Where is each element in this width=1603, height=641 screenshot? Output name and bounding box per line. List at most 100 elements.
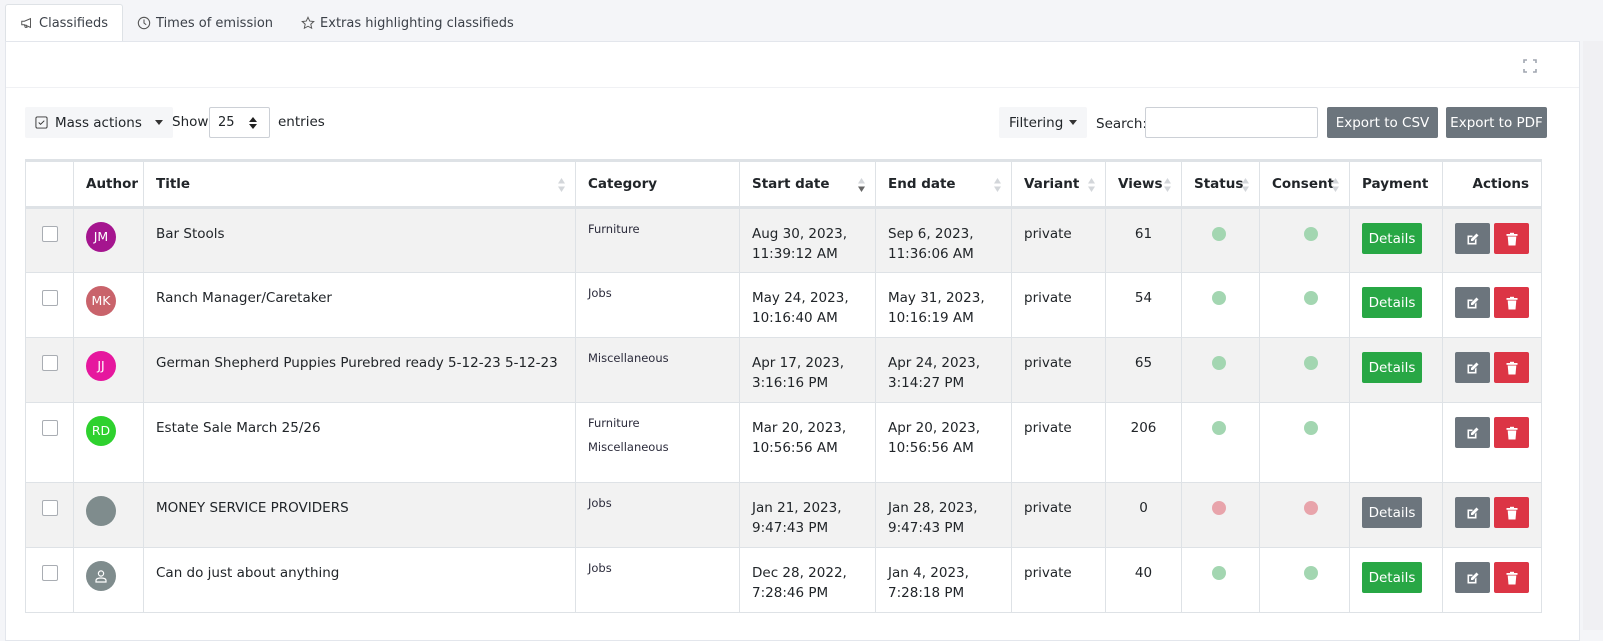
payment-cell xyxy=(1349,402,1443,483)
sort-icon xyxy=(1088,178,1095,192)
row-checkbox[interactable] xyxy=(42,226,58,242)
consent-cell xyxy=(1259,272,1350,338)
export-csv-button[interactable]: Export to CSV xyxy=(1327,107,1438,138)
author-cell: JM xyxy=(73,207,144,273)
row-actions xyxy=(1455,352,1529,383)
views-cell: 54 xyxy=(1105,272,1182,338)
consent-cell xyxy=(1259,547,1350,613)
author-cell: RD xyxy=(73,402,144,483)
avatar-initials: MK xyxy=(91,293,111,308)
edit-button[interactable] xyxy=(1455,497,1490,528)
delete-button[interactable] xyxy=(1494,417,1529,448)
megaphone-icon xyxy=(21,17,31,29)
delete-button[interactable] xyxy=(1494,287,1529,318)
tab-label: Extras highlighting classifieds xyxy=(320,15,514,31)
author-cell xyxy=(73,482,144,548)
search-input[interactable] xyxy=(1145,107,1318,138)
start-date-cell: Apr 17, 2023, 3:16:16 PM xyxy=(739,337,876,403)
tab-classifieds[interactable]: Classifieds xyxy=(5,4,124,42)
category-label: Miscellaneous xyxy=(588,440,669,454)
status-indicator xyxy=(1212,501,1226,515)
edit-button[interactable] xyxy=(1455,352,1490,383)
row-actions xyxy=(1455,287,1529,318)
col-consent-label: Consent xyxy=(1272,176,1335,192)
col-status[interactable]: Status xyxy=(1181,160,1260,209)
edit-icon xyxy=(1467,297,1478,308)
edit-button[interactable] xyxy=(1455,562,1490,593)
star-icon xyxy=(301,16,315,30)
trash-icon xyxy=(1506,506,1517,519)
page-length-select[interactable]: 25 xyxy=(209,107,270,138)
checkbox-icon xyxy=(35,116,48,129)
col-title[interactable]: Title xyxy=(143,160,576,209)
category-label: Jobs xyxy=(588,561,612,575)
sort-icon xyxy=(1242,178,1249,192)
col-end-date-label: End date xyxy=(888,176,956,192)
tab-bar: Classifieds Times of emission Extras hig… xyxy=(5,4,528,42)
fullscreen-icon[interactable] xyxy=(1523,59,1537,73)
row-checkbox[interactable] xyxy=(42,420,58,436)
delete-button[interactable] xyxy=(1494,497,1529,528)
payment-details-button[interactable]: Details xyxy=(1362,497,1422,528)
col-start-date[interactable]: Start date xyxy=(739,160,876,209)
end-date-cell: May 31, 2023, 10:16:19 AM xyxy=(875,272,1012,338)
tab-label: Times of emission xyxy=(156,15,274,31)
payment-details-button[interactable]: Details xyxy=(1362,287,1422,318)
start-date: Jan 21, 2023, xyxy=(752,500,842,516)
start-date-cell: Jan 21, 2023, 9:47:43 PM xyxy=(739,482,876,548)
user-icon xyxy=(95,570,107,583)
actions-cell xyxy=(1442,547,1542,613)
classifieds-table: Author Title Category Start date End dat… xyxy=(25,159,1542,613)
col-views[interactable]: Views xyxy=(1105,160,1182,209)
consent-indicator xyxy=(1304,227,1318,241)
row-checkbox[interactable] xyxy=(42,290,58,306)
delete-button[interactable] xyxy=(1494,352,1529,383)
edit-button[interactable] xyxy=(1455,287,1490,318)
mass-actions-button[interactable]: Mass actions xyxy=(25,107,173,138)
delete-button[interactable] xyxy=(1494,562,1529,593)
consent-cell xyxy=(1259,207,1350,273)
end-time: 3:14:27 PM xyxy=(888,375,965,391)
trash-icon xyxy=(1506,426,1517,439)
table-body: JM Bar Stools Furniture Aug 30, 2023, 11:… xyxy=(25,207,1542,613)
start-date: Dec 28, 2022, xyxy=(752,565,847,581)
delete-button[interactable] xyxy=(1494,223,1529,254)
end-date-cell: Apr 20, 2023, 10:56:56 AM xyxy=(875,402,1012,483)
col-end-date[interactable]: End date xyxy=(875,160,1012,209)
edit-button[interactable] xyxy=(1455,417,1490,448)
tab-times-of-emission[interactable]: Times of emission xyxy=(123,4,287,42)
payment-details-button[interactable]: Details xyxy=(1362,352,1422,383)
end-date-cell: Jan 28, 2023, 9:47:43 PM xyxy=(875,482,1012,548)
tab-extras-highlighting[interactable]: Extras highlighting classifieds xyxy=(287,4,528,42)
category-label: Jobs xyxy=(588,496,612,510)
consent-cell xyxy=(1259,337,1350,403)
end-date-cell: Sep 6, 2023, 11:36:06 AM xyxy=(875,207,1012,273)
col-variant[interactable]: Variant xyxy=(1011,160,1106,209)
actions-cell xyxy=(1442,482,1542,548)
filtering-button[interactable]: Filtering xyxy=(999,107,1088,138)
payment-details-button[interactable]: Details xyxy=(1362,562,1422,593)
title-cell: Bar Stools xyxy=(143,207,576,273)
edit-button[interactable] xyxy=(1455,223,1490,254)
category-list: Jobs xyxy=(588,496,727,510)
col-consent[interactable]: Consent xyxy=(1259,160,1350,209)
tab-label: Classifieds xyxy=(39,15,109,31)
row-checkbox[interactable] xyxy=(42,355,58,371)
export-pdf-button[interactable]: Export to PDF xyxy=(1446,107,1547,138)
row-checkbox[interactable] xyxy=(42,565,58,581)
start-date: Apr 17, 2023, xyxy=(752,355,845,371)
select-cell xyxy=(25,482,74,548)
category-list: Furniture xyxy=(588,222,727,236)
actions-cell xyxy=(1442,337,1542,403)
col-author: Author xyxy=(73,160,144,209)
actions-cell xyxy=(1442,272,1542,338)
table-row: RD Estate Sale March 25/26 Furniture Misc… xyxy=(25,402,1542,483)
consent-indicator xyxy=(1304,421,1318,435)
row-checkbox[interactable] xyxy=(42,500,58,516)
edit-icon xyxy=(1467,507,1478,518)
status-indicator xyxy=(1212,227,1226,241)
payment-details-button[interactable]: Details xyxy=(1362,223,1422,254)
edit-icon xyxy=(1467,233,1478,244)
consent-cell xyxy=(1259,482,1350,548)
page-scrollbar[interactable] xyxy=(1583,41,1603,630)
